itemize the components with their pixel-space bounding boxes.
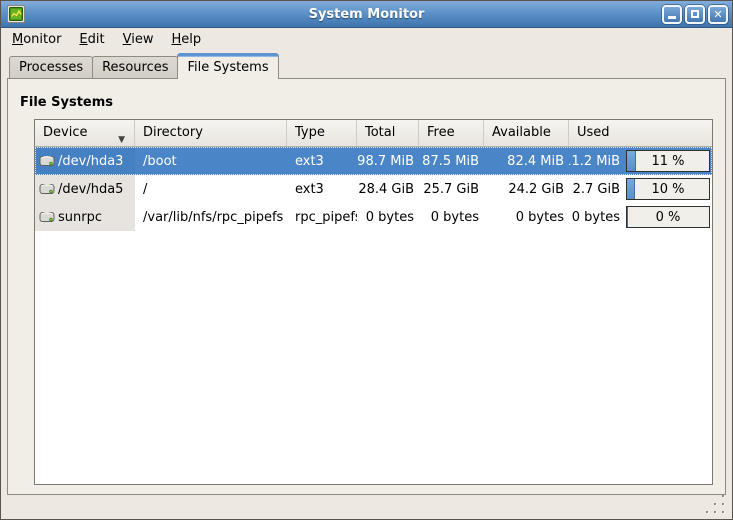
resize-grip[interactable] (706, 495, 724, 513)
close-button[interactable]: ✕ (708, 5, 728, 24)
maximize-icon (691, 10, 699, 18)
column-header-device-label: Device (43, 125, 87, 140)
hard-disk-icon (39, 154, 55, 168)
column-header-used[interactable]: Used (569, 120, 712, 146)
column-header-directory[interactable]: Directory (135, 120, 287, 146)
used-progress-fill (627, 151, 636, 171)
used-progress-fill (627, 207, 628, 227)
free-cell: 0 bytes (419, 203, 484, 231)
tab-resources[interactable]: Resources (92, 56, 178, 78)
used-percent-label: 10 % (651, 182, 684, 197)
directory-cell: / (135, 175, 287, 203)
minimize-icon (668, 16, 676, 19)
system-monitor-window: System Monitor ✕ Monitor Edit View Help … (0, 0, 733, 520)
table-empty-area (35, 231, 712, 484)
available-cell: 82.4 MiB (484, 147, 569, 175)
system-monitor-icon (7, 5, 25, 23)
type-cell: ext3 (287, 147, 357, 175)
device-cell: /dev/hda5 (35, 175, 135, 203)
table-row[interactable]: /dev/hda3 /boot ext3 98.7 MiB 87.5 MiB 8… (35, 147, 712, 175)
hard-disk-icon (39, 182, 55, 196)
used-progress-bar: 11 % (626, 150, 710, 172)
close-icon: ✕ (713, 9, 722, 20)
type-cell: rpc_pipefs (287, 203, 357, 231)
maximize-button[interactable] (685, 5, 705, 24)
page-title: File Systems (20, 95, 725, 110)
directory-cell: /boot (135, 147, 287, 175)
total-cell: 98.7 MiB (357, 147, 419, 175)
tab-bar: Processes Resources File Systems (7, 51, 726, 78)
table-row[interactable]: sunrpc /var/lib/nfs/rpc_pipefs rpc_pipef… (35, 203, 712, 231)
available-cell: 24.2 GiB (484, 175, 569, 203)
device-cell: sunrpc (35, 203, 135, 231)
menu-edit-mnemonic: E (79, 32, 87, 47)
table-header: Device ▼ Directory Type Total Free Avail… (35, 120, 712, 147)
hard-disk-icon (39, 210, 55, 224)
used-amount: 2.7 GiB (573, 182, 626, 197)
used-percent-label: 0 % (656, 210, 681, 225)
menubar: Monitor Edit View Help (1, 28, 732, 51)
device-label: sunrpc (58, 210, 102, 225)
tab-processes[interactable]: Processes (9, 56, 93, 78)
type-cell: ext3 (287, 175, 357, 203)
window-title: System Monitor (1, 7, 732, 22)
file-systems-panel: File Systems Device ▼ Directory Type Tot… (7, 78, 726, 495)
column-header-type[interactable]: Type (287, 120, 357, 146)
menu-edit-label: dit (88, 32, 105, 47)
total-cell: 28.4 GiB (357, 175, 419, 203)
available-cell: 0 bytes (484, 203, 569, 231)
used-cell: 0 bytes 0 % (569, 203, 712, 231)
titlebar[interactable]: System Monitor ✕ (1, 1, 732, 28)
menu-view[interactable]: View (114, 29, 163, 50)
file-systems-table: Device ▼ Directory Type Total Free Avail… (34, 119, 713, 485)
used-amount: 0 bytes (572, 210, 626, 225)
used-cell: 11.2 MiB 11 % (569, 147, 712, 175)
minimize-button[interactable] (662, 5, 682, 24)
menu-help-mnemonic: H (171, 32, 181, 47)
menu-monitor[interactable]: Monitor (3, 29, 70, 50)
window-controls: ✕ (662, 5, 728, 24)
used-amount: 11.2 MiB (569, 154, 626, 169)
notebook: Processes Resources File Systems File Sy… (1, 51, 732, 507)
device-label: /dev/hda3 (58, 154, 123, 169)
statusbar (1, 507, 732, 519)
column-header-total[interactable]: Total (357, 120, 419, 146)
free-cell: 87.5 MiB (419, 147, 484, 175)
device-label: /dev/hda5 (58, 182, 123, 197)
directory-cell: /var/lib/nfs/rpc_pipefs (135, 203, 287, 231)
used-progress-bar: 10 % (626, 178, 710, 200)
menu-help-label: elp (181, 32, 201, 47)
menu-edit[interactable]: Edit (70, 29, 113, 50)
sort-descending-icon: ▼ (118, 127, 125, 146)
menu-monitor-label: onitor (23, 32, 61, 47)
menu-monitor-mnemonic: M (12, 32, 23, 47)
free-cell: 25.7 GiB (419, 175, 484, 203)
used-percent-label: 11 % (651, 154, 684, 169)
used-cell: 2.7 GiB 10 % (569, 175, 712, 203)
table-row[interactable]: /dev/hda5 / ext3 28.4 GiB 25.7 GiB 24.2 … (35, 175, 712, 203)
column-header-free[interactable]: Free (419, 120, 484, 146)
used-progress-bar: 0 % (626, 206, 710, 228)
total-cell: 0 bytes (357, 203, 419, 231)
menu-view-label: iew (131, 32, 153, 47)
used-progress-fill (627, 179, 635, 199)
menu-view-mnemonic: V (123, 32, 132, 47)
tab-file-systems[interactable]: File Systems (177, 53, 278, 79)
menu-help[interactable]: Help (162, 29, 210, 50)
column-header-available[interactable]: Available (484, 120, 569, 146)
column-header-device[interactable]: Device ▼ (35, 120, 135, 146)
device-cell: /dev/hda3 (35, 147, 135, 175)
